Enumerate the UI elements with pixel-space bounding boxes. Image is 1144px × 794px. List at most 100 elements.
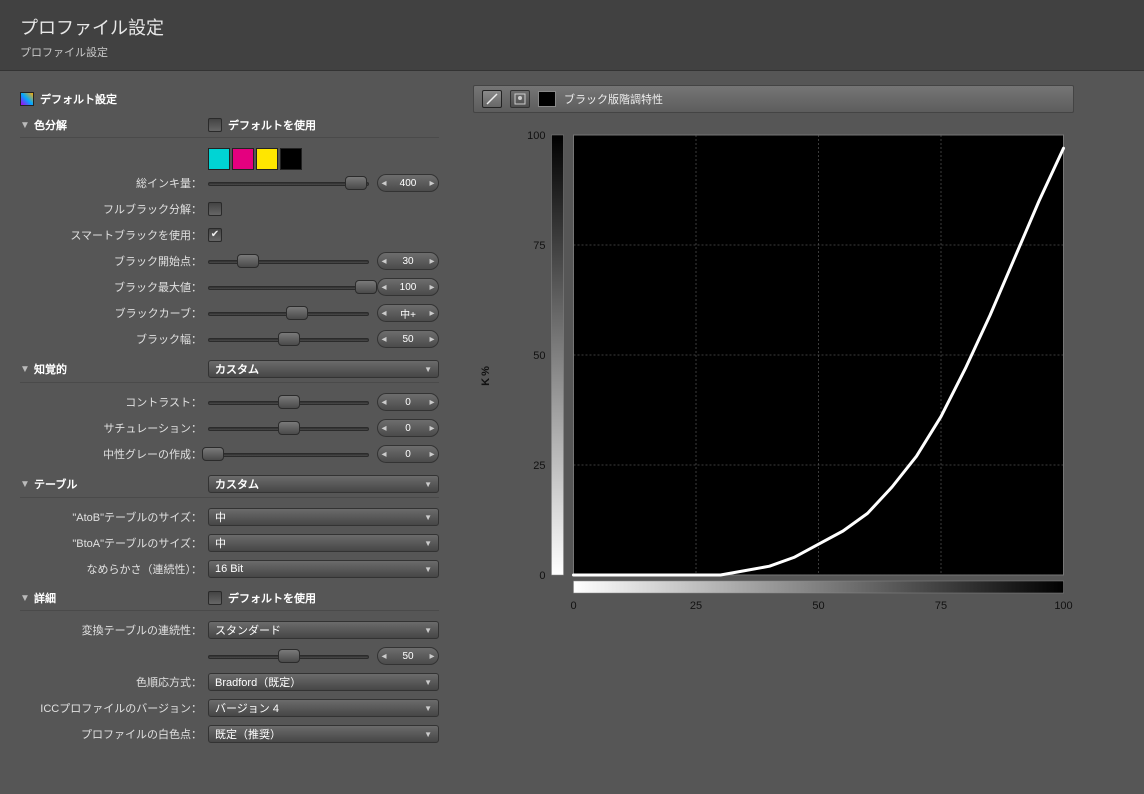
stepper-left-icon[interactable]: ◂ bbox=[378, 308, 390, 319]
stepper-right-icon[interactable]: ▸ bbox=[426, 397, 438, 408]
settings-panel: デフォルト設定 ▼ 色分解 デフォルトを使用 総インキ量： bbox=[0, 71, 455, 794]
section-separation: ▼ 色分解 デフォルトを使用 総インキ量： ◂400▸ bbox=[20, 117, 439, 350]
saturation-slider[interactable] bbox=[208, 421, 369, 435]
cont-slider-value[interactable]: ◂50▸ bbox=[377, 647, 439, 665]
svg-text:50: 50 bbox=[812, 600, 824, 612]
ink-swatch[interactable] bbox=[256, 148, 278, 170]
graph-tab-gamut[interactable] bbox=[510, 90, 530, 108]
adv-use-default-checkbox[interactable] bbox=[208, 591, 222, 605]
section-advanced-title: 詳細 bbox=[34, 590, 204, 606]
plot-area: K% 02550751000255075100 bbox=[473, 125, 1074, 625]
graph-color-swatch[interactable] bbox=[538, 91, 556, 107]
iccver-select[interactable]: バージョン 4▼ bbox=[208, 699, 439, 717]
adv-use-default-label: デフォルトを使用 bbox=[228, 590, 316, 606]
svg-text:100: 100 bbox=[1054, 600, 1072, 612]
smooth-label: なめらかさ（連続性）： bbox=[20, 561, 208, 577]
cont-label: 変換テーブルの連続性： bbox=[20, 622, 208, 638]
stepper-right-icon[interactable]: ▸ bbox=[426, 308, 438, 319]
chevron-down-icon: ▼ bbox=[424, 539, 432, 548]
stepper-right-icon[interactable]: ▸ bbox=[426, 449, 438, 460]
graph-header: ブラック版階調特性 bbox=[473, 85, 1074, 113]
contrast-label: コントラスト： bbox=[20, 394, 208, 410]
stepper-left-icon[interactable]: ◂ bbox=[378, 449, 390, 460]
ink-swatch[interactable] bbox=[208, 148, 230, 170]
y-axis-label: K% bbox=[480, 364, 492, 386]
stepper-left-icon[interactable]: ◂ bbox=[378, 282, 390, 293]
svg-text:75: 75 bbox=[533, 240, 545, 252]
black-width-slider[interactable] bbox=[208, 332, 369, 346]
btoa-select[interactable]: 中▼ bbox=[208, 534, 439, 552]
section-perceptual-title: 知覚的 bbox=[34, 361, 204, 377]
defaults-section-label: デフォルト設定 bbox=[40, 91, 117, 107]
smooth-select[interactable]: 16 Bit▼ bbox=[208, 560, 439, 578]
black-start-value[interactable]: ◂30▸ bbox=[377, 252, 439, 270]
atob-select[interactable]: 中▼ bbox=[208, 508, 439, 526]
stepper-right-icon[interactable]: ▸ bbox=[426, 256, 438, 267]
stepper-right-icon[interactable]: ▸ bbox=[426, 423, 438, 434]
black-start-slider[interactable] bbox=[208, 254, 369, 268]
graph-tab-curve[interactable] bbox=[482, 90, 502, 108]
chevron-down-icon: ▼ bbox=[424, 704, 432, 713]
graygen-value[interactable]: ◂0▸ bbox=[377, 445, 439, 463]
svg-text:25: 25 bbox=[533, 460, 545, 472]
portrait-icon bbox=[514, 93, 526, 105]
curve-icon bbox=[486, 93, 498, 105]
atob-label: "AtoB"テーブルのサイズ： bbox=[20, 509, 208, 525]
graph-panel: ブラック版階調特性 K% 02550751000255075100 bbox=[455, 71, 1144, 794]
stepper-right-icon[interactable]: ▸ bbox=[426, 334, 438, 345]
stepper-right-icon[interactable]: ▸ bbox=[426, 282, 438, 293]
total-ink-slider[interactable] bbox=[208, 176, 369, 190]
page-header: プロファイル設定 プロファイル設定 bbox=[0, 0, 1144, 71]
black-curve-label: ブラックカーブ： bbox=[20, 305, 208, 321]
contrast-slider[interactable] bbox=[208, 395, 369, 409]
saturation-value[interactable]: ◂0▸ bbox=[377, 419, 439, 437]
black-max-value[interactable]: ◂100▸ bbox=[377, 278, 439, 296]
total-ink-value[interactable]: ◂400▸ bbox=[377, 174, 439, 192]
stepper-right-icon[interactable]: ▸ bbox=[426, 178, 438, 189]
stepper-left-icon[interactable]: ◂ bbox=[378, 334, 390, 345]
svg-text:50: 50 bbox=[533, 350, 545, 362]
disclosure-icon[interactable]: ▼ bbox=[20, 364, 30, 375]
stepper-left-icon[interactable]: ◂ bbox=[378, 256, 390, 267]
black-width-value[interactable]: ◂50▸ bbox=[377, 330, 439, 348]
ink-swatch[interactable] bbox=[280, 148, 302, 170]
table-preset-select[interactable]: カスタム▼ bbox=[208, 475, 439, 493]
disclosure-icon[interactable]: ▼ bbox=[20, 593, 30, 604]
sep-use-default-checkbox[interactable] bbox=[208, 118, 222, 132]
adapt-select[interactable]: Bradford（既定）▼ bbox=[208, 673, 439, 691]
chevron-down-icon: ▼ bbox=[424, 678, 432, 687]
cont-slider[interactable] bbox=[208, 649, 369, 663]
btoa-label: "BtoA"テーブルのサイズ： bbox=[20, 535, 208, 551]
section-perceptual: ▼ 知覚的 カスタム▼ コントラスト： ◂0▸ サチュレーション： ◂0▸ bbox=[20, 360, 439, 465]
perceptual-preset-select[interactable]: カスタム▼ bbox=[208, 360, 439, 378]
ink-swatch[interactable] bbox=[232, 148, 254, 170]
black-max-slider[interactable] bbox=[208, 280, 369, 294]
black-width-label: ブラック幅： bbox=[20, 331, 208, 347]
stepper-right-icon[interactable]: ▸ bbox=[426, 651, 438, 662]
full-black-checkbox[interactable] bbox=[208, 202, 222, 216]
svg-text:75: 75 bbox=[935, 600, 947, 612]
total-ink-label: 総インキ量： bbox=[20, 175, 208, 191]
stepper-left-icon[interactable]: ◂ bbox=[378, 651, 390, 662]
section-advanced: ▼ 詳細 デフォルトを使用 変換テーブルの連続性： スタンダード▼ ◂50▸ bbox=[20, 590, 439, 745]
disclosure-icon[interactable]: ▼ bbox=[20, 479, 30, 490]
full-black-label: フルブラック分解： bbox=[20, 201, 208, 217]
adapt-label: 色順応方式： bbox=[20, 674, 208, 690]
black-start-label: ブラック開始点： bbox=[20, 253, 208, 269]
stepper-left-icon[interactable]: ◂ bbox=[378, 423, 390, 434]
black-curve-slider[interactable] bbox=[208, 306, 369, 320]
svg-text:100: 100 bbox=[527, 130, 545, 142]
section-table-title: テーブル bbox=[34, 476, 204, 492]
graygen-slider[interactable] bbox=[208, 447, 369, 461]
disclosure-icon[interactable]: ▼ bbox=[20, 120, 30, 131]
chevron-down-icon: ▼ bbox=[424, 626, 432, 635]
contrast-value[interactable]: ◂0▸ bbox=[377, 393, 439, 411]
stepper-left-icon[interactable]: ◂ bbox=[378, 178, 390, 189]
wp-select[interactable]: 既定（推奨）▼ bbox=[208, 725, 439, 743]
black-curve-value[interactable]: ◂中+▸ bbox=[377, 304, 439, 322]
cont-select[interactable]: スタンダード▼ bbox=[208, 621, 439, 639]
smart-black-checkbox[interactable] bbox=[208, 228, 222, 242]
graygen-label: 中性グレーの作成： bbox=[20, 446, 208, 462]
stepper-left-icon[interactable]: ◂ bbox=[378, 397, 390, 408]
ink-swatches bbox=[208, 148, 302, 170]
